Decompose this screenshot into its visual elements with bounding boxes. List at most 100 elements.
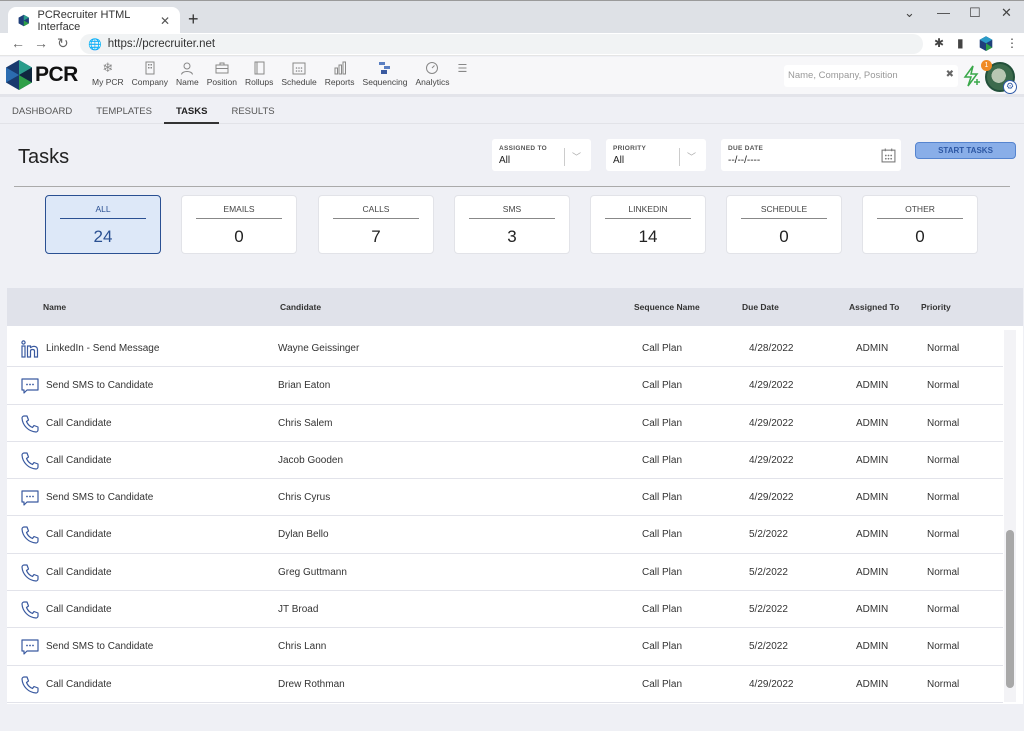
candidate-name[interactable]: Greg Guttmann bbox=[278, 567, 347, 578]
card-schedule[interactable]: SCHEDULE 0 bbox=[726, 195, 842, 254]
card-count: 24 bbox=[93, 227, 113, 246]
task-name[interactable]: Call Candidate bbox=[46, 567, 112, 578]
tab-tasks[interactable]: TASKS bbox=[163, 100, 220, 124]
reload-icon[interactable]: ↻ bbox=[57, 35, 69, 52]
card-linkedin[interactable]: LINKEDIN 14 bbox=[590, 195, 706, 254]
col-sequence-name[interactable]: Sequence Name bbox=[634, 302, 700, 312]
select-separator bbox=[679, 148, 680, 166]
table-row[interactable]: Send SMS to Candidate Chris Lann Call Plan… bbox=[7, 628, 1003, 666]
nav-name[interactable]: Name bbox=[172, 59, 203, 87]
col-name[interactable]: Name bbox=[43, 302, 66, 312]
candidate-name[interactable]: Wayne Geissinger bbox=[278, 343, 359, 354]
tab-results[interactable]: RESULTS bbox=[219, 100, 286, 124]
tab-dashboard[interactable]: DASHBOARD bbox=[0, 100, 84, 124]
side-panel-icon[interactable]: ▮ bbox=[957, 36, 964, 50]
col-due-date[interactable]: Due Date bbox=[742, 302, 779, 312]
card-sms[interactable]: SMS 3 bbox=[454, 195, 570, 254]
maximize-button[interactable]: ☐ bbox=[969, 5, 981, 21]
chevron-down-icon[interactable]: ﹀ bbox=[572, 150, 581, 163]
start-tasks-button[interactable]: START TASKS bbox=[915, 142, 1016, 159]
notification-badge[interactable]: 1 bbox=[981, 60, 992, 71]
quick-search-input[interactable]: Name, Company, Position ✖ bbox=[784, 65, 958, 87]
table-row[interactable]: LinkedIn - Send Message Wayne Geissinger C… bbox=[7, 330, 1003, 368]
task-name[interactable]: Call Candidate bbox=[46, 529, 112, 540]
task-name[interactable]: LinkedIn - Send Message bbox=[46, 343, 159, 354]
quick-add-bolt-icon[interactable] bbox=[962, 65, 982, 87]
task-name[interactable]: Call Candidate bbox=[46, 679, 112, 690]
table-row[interactable]: Call Candidate Dylan Bello Call Plan 5/2/20… bbox=[7, 516, 1003, 554]
candidate-name[interactable]: Chris Cyrus bbox=[278, 492, 330, 503]
table-row[interactable]: Send SMS to Candidate Chris Cyrus Call Pla… bbox=[7, 479, 1003, 517]
candidate-name[interactable]: Brian Eaton bbox=[278, 380, 330, 391]
candidate-name[interactable]: Chris Lann bbox=[278, 641, 326, 652]
nav-reports[interactable]: Reports bbox=[321, 59, 359, 87]
table-scrollbar-thumb[interactable] bbox=[1006, 530, 1014, 688]
table-row[interactable]: Call Candidate Drew Rothman Call Plan 4/29/… bbox=[7, 666, 1003, 703]
candidate-name[interactable]: Drew Rothman bbox=[278, 679, 345, 690]
table-row[interactable]: Send SMS to Candidate Brian Eaton Call Pla… bbox=[7, 367, 1003, 405]
browser-tab[interactable]: PCRecruiter HTML Interface ✕ bbox=[8, 7, 180, 34]
close-window-button[interactable]: ✕ bbox=[1001, 5, 1012, 21]
card-divider bbox=[333, 218, 419, 219]
nav-label: Position bbox=[206, 77, 237, 87]
card-calls[interactable]: CALLS 7 bbox=[318, 195, 434, 254]
browser-menu-icon[interactable]: ⋮ bbox=[1006, 36, 1018, 50]
candidate-name[interactable]: JT Broad bbox=[278, 604, 318, 615]
nav-my-pcr[interactable]: ❄ My PCR bbox=[88, 59, 128, 87]
task-name[interactable]: Call Candidate bbox=[46, 604, 112, 615]
task-name[interactable]: Send SMS to Candidate bbox=[46, 492, 153, 503]
quick-search-placeholder: Name, Company, Position bbox=[788, 70, 898, 81]
priority-select[interactable]: PRIORITY All ﹀ bbox=[606, 139, 706, 171]
tasks-table: Name Candidate Sequence Name Due Date As… bbox=[7, 288, 1023, 704]
due-date: 5/2/2022 bbox=[749, 604, 788, 616]
candidate-name[interactable]: Dylan Bello bbox=[278, 529, 329, 540]
settings-gear-icon[interactable]: ⚙ bbox=[1003, 80, 1017, 94]
forward-icon[interactable]: → bbox=[34, 35, 48, 51]
task-name[interactable]: Call Candidate bbox=[46, 418, 112, 429]
table-row[interactable]: Call Candidate Greg Guttmann Call Plan 5/2/… bbox=[7, 554, 1003, 592]
calendar-icon[interactable] bbox=[881, 148, 896, 163]
assigned-to: ADMIN bbox=[856, 380, 889, 392]
candidate-name[interactable]: Jacob Gooden bbox=[278, 455, 343, 466]
due-date-input[interactable]: DUE DATE --/--/---- bbox=[721, 139, 901, 171]
table-row[interactable]: Call Candidate Jacob Gooden Call Plan 4/29/… bbox=[7, 442, 1003, 480]
nav-position[interactable]: Position bbox=[203, 59, 241, 87]
nav-company[interactable]: Company bbox=[128, 59, 172, 87]
task-name[interactable]: Send SMS to Candidate bbox=[46, 641, 153, 652]
url-field[interactable]: 🌐 https://pcrecruiter.net bbox=[80, 34, 923, 54]
col-assigned-to[interactable]: Assigned To bbox=[849, 302, 899, 312]
clear-search-icon[interactable]: ✖ bbox=[946, 69, 954, 80]
card-emails[interactable]: EMAILS 0 bbox=[181, 195, 297, 254]
nav-rollups[interactable]: Rollups bbox=[241, 59, 277, 87]
card-all[interactable]: ALL 24 bbox=[45, 195, 161, 254]
card-other[interactable]: OTHER 0 bbox=[862, 195, 978, 254]
task-name[interactable]: Call Candidate bbox=[46, 455, 112, 466]
pcr-logo[interactable]: PCR bbox=[6, 60, 78, 90]
phone-icon bbox=[20, 675, 40, 695]
tab-search-icon[interactable]: ⌄ bbox=[904, 5, 915, 21]
back-icon[interactable]: ← bbox=[11, 35, 25, 51]
pcr-extension-icon[interactable] bbox=[979, 36, 993, 52]
table-row[interactable]: Call Candidate Chris Salem Call Plan 4/29/2… bbox=[7, 405, 1003, 442]
chevron-down-icon[interactable]: ﹀ bbox=[687, 150, 696, 163]
new-tab-button[interactable]: + bbox=[188, 9, 199, 30]
nav-label: Sequencing bbox=[362, 77, 408, 87]
due-date: 5/2/2022 bbox=[749, 529, 788, 541]
card-count: 7 bbox=[371, 227, 381, 246]
phone-icon bbox=[20, 414, 40, 434]
col-priority[interactable]: Priority bbox=[921, 302, 951, 312]
tab-templates[interactable]: TEMPLATES bbox=[84, 100, 164, 124]
col-candidate[interactable]: Candidate bbox=[280, 302, 321, 312]
close-tab-icon[interactable]: ✕ bbox=[160, 14, 170, 28]
candidate-name[interactable]: Chris Salem bbox=[278, 418, 332, 429]
nav-schedule[interactable]: Schedule bbox=[277, 59, 320, 87]
table-row[interactable]: Call Candidate JT Broad Call Plan 5/2/2022 A… bbox=[7, 591, 1003, 629]
browser-address-bar: ← → ↻ 🌐 https://pcrecruiter.net ✱ ▮ ⋮ bbox=[0, 33, 1024, 56]
nav-more-menu[interactable]: ☰ bbox=[453, 59, 471, 87]
nav-sequencing[interactable]: Sequencing bbox=[359, 59, 412, 87]
task-name[interactable]: Send SMS to Candidate bbox=[46, 380, 153, 391]
nav-analytics[interactable]: Analytics bbox=[411, 59, 453, 87]
extensions-icon[interactable]: ✱ bbox=[934, 36, 944, 50]
assigned-to-select[interactable]: ASSIGNED TO All ﹀ bbox=[492, 139, 591, 171]
minimize-button[interactable]: — bbox=[937, 5, 950, 20]
